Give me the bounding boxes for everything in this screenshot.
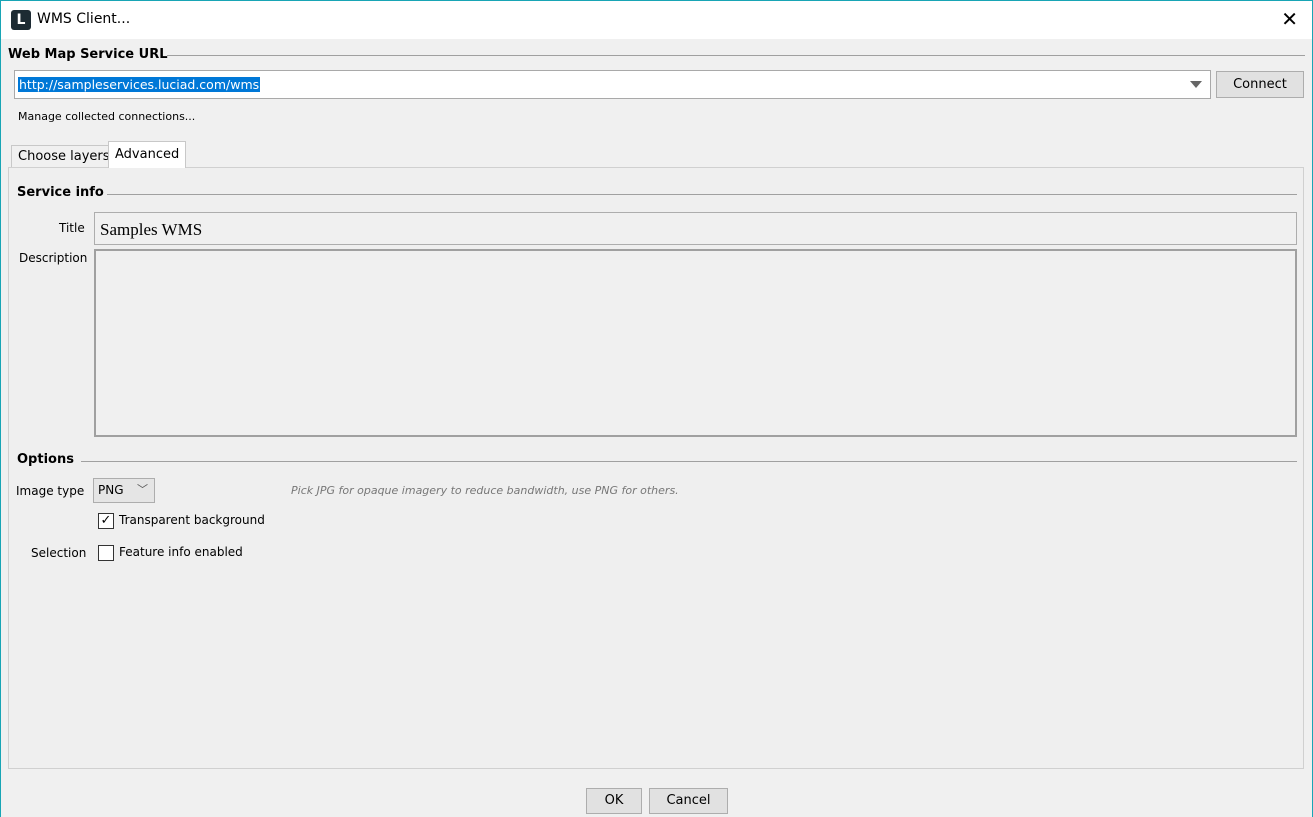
title-field[interactable]: Samples WMS: [94, 212, 1297, 245]
connect-button[interactable]: Connect: [1216, 71, 1304, 98]
dropdown-arrow-icon[interactable]: [1190, 81, 1202, 88]
app-logo-icon: L: [11, 10, 31, 30]
tab-choose-layers[interactable]: Choose layers: [11, 145, 117, 168]
description-label: Description: [19, 251, 88, 265]
title-bar: L WMS Client... ✕: [1, 1, 1312, 39]
feature-info-checkbox[interactable]: [98, 545, 114, 561]
divider: [81, 461, 1297, 462]
image-type-hint: Pick JPG for opaque imagery to reduce ba…: [291, 484, 679, 497]
transparent-background-label[interactable]: Transparent background: [119, 513, 265, 527]
tab-advanced[interactable]: Advanced: [108, 141, 187, 168]
image-type-value: PNG: [98, 483, 124, 497]
manage-connections-link[interactable]: Manage collected connections...: [18, 110, 195, 123]
url-combobox[interactable]: http://sampleservices.luciad.com/wms: [14, 70, 1211, 99]
window-title: WMS Client...: [37, 11, 131, 27]
cancel-button[interactable]: Cancel: [649, 788, 728, 814]
url-input[interactable]: http://sampleservices.luciad.com/wms: [18, 77, 261, 92]
chevron-down-icon: ﹀: [137, 483, 148, 496]
selection-label: Selection: [31, 546, 87, 560]
close-icon[interactable]: ✕: [1281, 7, 1298, 31]
feature-info-label[interactable]: Feature info enabled: [119, 545, 243, 559]
ok-button[interactable]: OK: [586, 788, 642, 814]
service-info-heading: Service info: [17, 185, 104, 200]
title-label: Title: [59, 221, 85, 235]
divider: [107, 194, 1297, 195]
transparent-background-checkbox[interactable]: ✓: [98, 513, 114, 529]
description-field[interactable]: [94, 249, 1297, 437]
image-type-select[interactable]: PNG ﹀: [93, 478, 155, 503]
wms-client-dialog: L WMS Client... ✕ Web Map Service URL ht…: [0, 0, 1313, 817]
image-type-label: Image type: [16, 484, 85, 498]
advanced-panel: Service info Title Samples WMS Descripti…: [8, 167, 1304, 769]
url-section-heading: Web Map Service URL: [8, 47, 168, 62]
divider: [167, 55, 1305, 56]
options-heading: Options: [17, 452, 74, 467]
